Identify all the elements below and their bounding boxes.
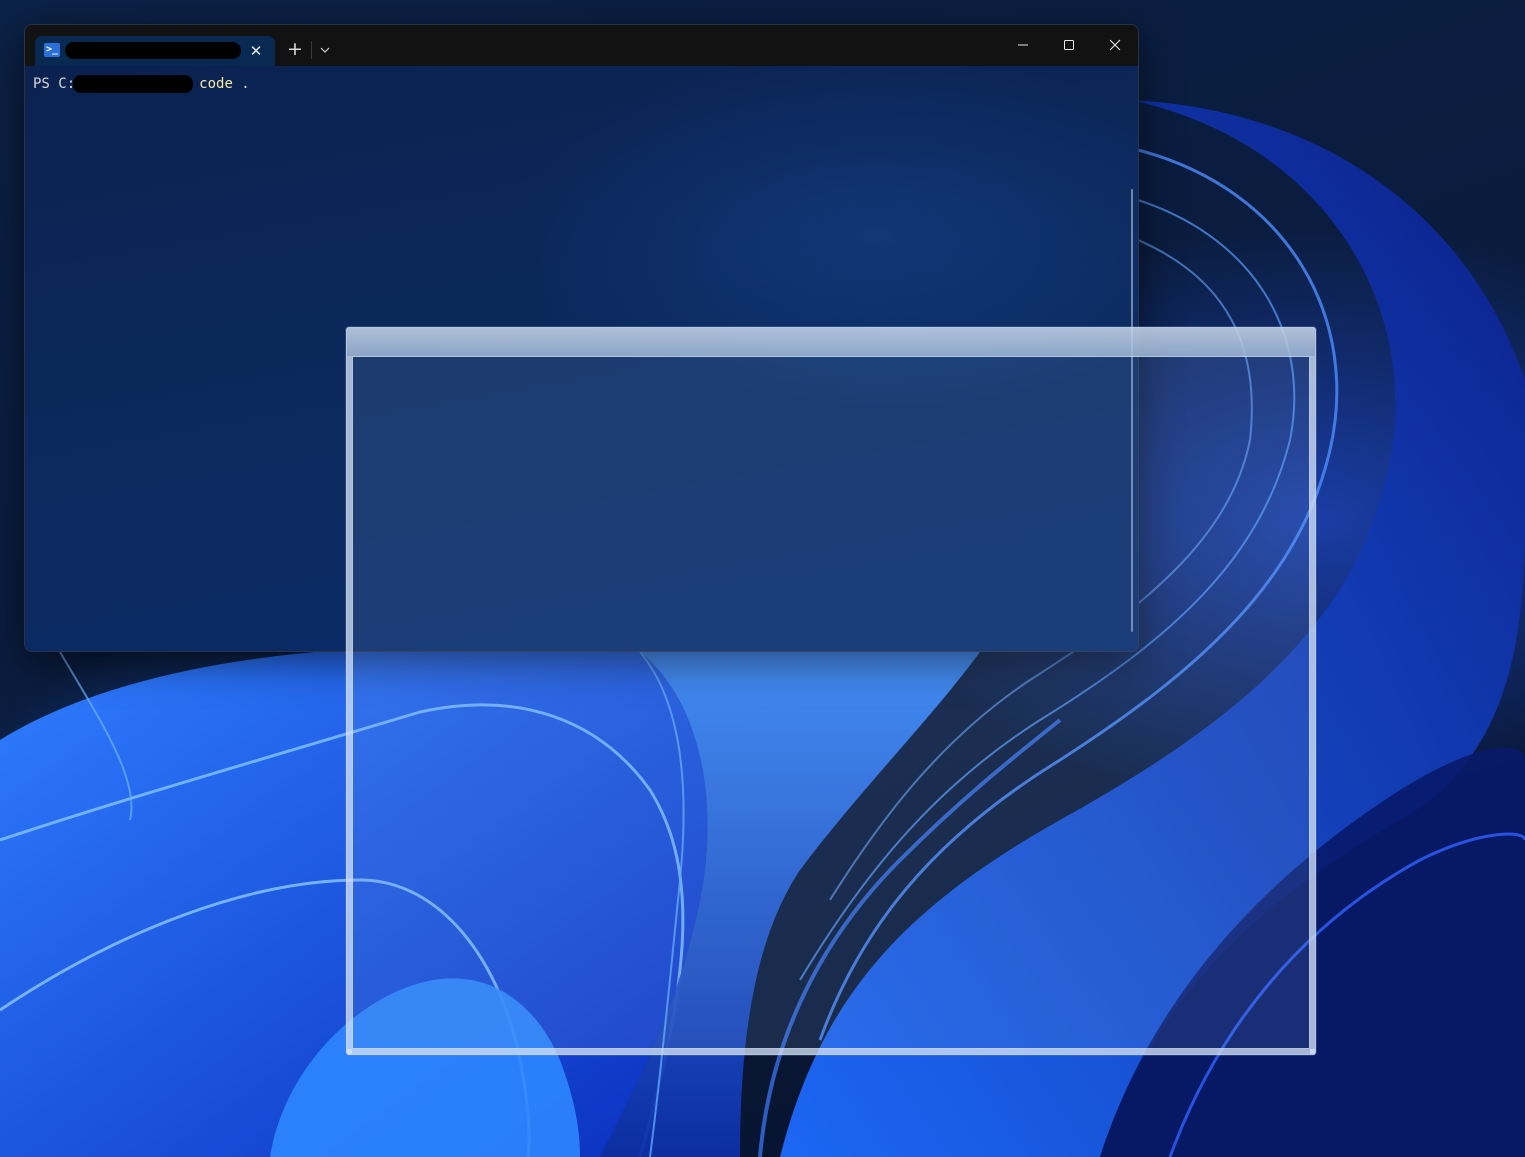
prompt-line: PS C: code . — [33, 75, 250, 93]
tab-separator — [311, 41, 312, 59]
maximize-icon — [1064, 40, 1074, 50]
maximize-button[interactable] — [1046, 25, 1092, 66]
profile-dropdown-button[interactable] — [314, 37, 336, 63]
preview-right-edge — [1310, 356, 1315, 1054]
terminal-titlebar[interactable]: >_ ✕ + — [25, 25, 1138, 66]
prompt-argument: . — [232, 76, 250, 92]
prompt-prefix: PS C: — [33, 76, 76, 92]
minimize-button[interactable] — [1000, 25, 1046, 66]
tab-title-redacted — [65, 42, 241, 59]
prompt-command: code — [199, 76, 233, 92]
preview-client-area — [352, 356, 1310, 1049]
tab-close-icon[interactable]: ✕ — [245, 40, 267, 62]
preview-titlebar — [347, 328, 1315, 356]
close-window-button[interactable] — [1092, 25, 1138, 66]
new-tab-button[interactable]: + — [281, 37, 309, 63]
close-icon — [1109, 39, 1121, 51]
minimize-icon — [1018, 44, 1028, 46]
prompt-path-redacted — [73, 75, 194, 93]
window-drag-preview — [346, 327, 1316, 1055]
preview-bottom-edge — [347, 1049, 1315, 1054]
terminal-tab[interactable]: >_ ✕ — [35, 36, 275, 66]
powershell-icon: >_ — [44, 43, 60, 57]
chevron-down-icon — [320, 47, 330, 53]
